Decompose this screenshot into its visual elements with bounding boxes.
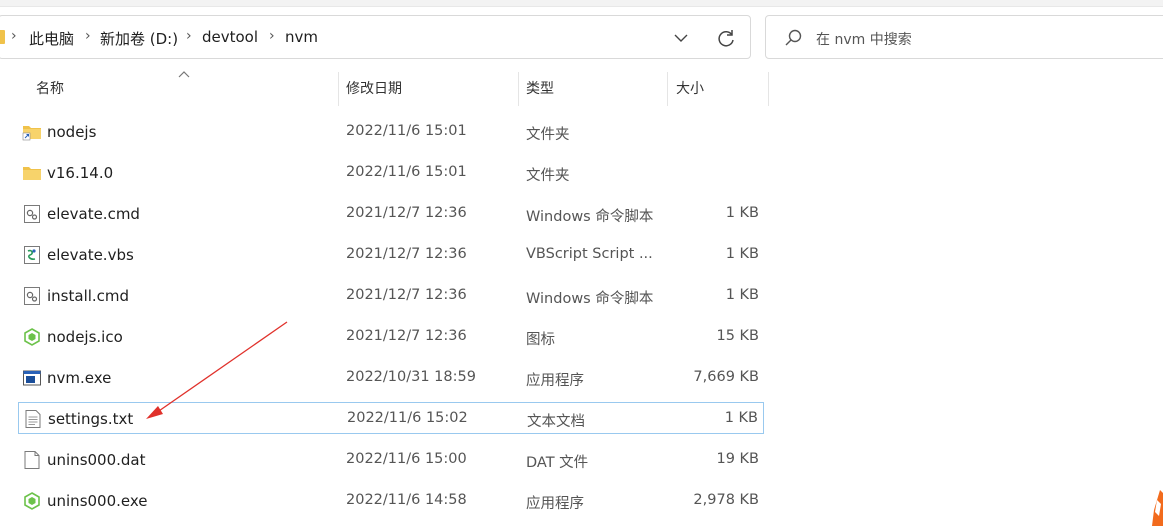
file-date: 2022/11/6 15:00 (346, 451, 467, 467)
address-bar[interactable]: › 此电脑 › 新加卷 (D:) › devtool › nvm (0, 15, 751, 59)
file-date: 2021/12/7 12:36 (346, 205, 467, 221)
nodejs-ico-icon (24, 328, 40, 346)
file-name: nodejs (47, 123, 97, 141)
file-name: nvm.exe (47, 369, 112, 387)
blank-file-icon (24, 451, 40, 469)
chevron-down-icon[interactable] (671, 28, 691, 48)
file-name: unins000.exe (47, 492, 148, 510)
column-header-date[interactable]: 修改日期 (346, 78, 402, 106)
file-date: 2022/11/6 15:02 (347, 410, 468, 426)
file-type: 文件夹 (526, 127, 570, 143)
file-date: 2022/10/31 18:59 (346, 369, 476, 385)
file-date: 2022/11/6 15:01 (346, 123, 467, 139)
file-type: DAT 文件 (526, 455, 589, 471)
file-size: 1 KB (725, 205, 759, 221)
file-row[interactable]: v16.14.0 2022/11/6 15:01 文件夹 (18, 157, 764, 189)
file-size: 1 KB (725, 287, 759, 303)
file-row[interactable]: install.cmd 2021/12/7 12:36 Windows 命令脚本… (18, 280, 764, 312)
breadcrumb-item-drive[interactable]: 新加卷 (D:) (100, 28, 178, 49)
search-box[interactable]: 在 nvm 中搜索 (765, 15, 1163, 59)
sort-ascending-icon (178, 71, 190, 78)
file-date: 2022/11/6 14:58 (346, 492, 467, 508)
vbs-file-icon (24, 246, 40, 264)
file-type: 应用程序 (526, 373, 584, 389)
breadcrumb-item-this-pc[interactable]: 此电脑 (29, 28, 74, 49)
column-divider[interactable] (518, 72, 519, 106)
file-row[interactable]: unins000.dat 2022/11/6 15:00 DAT 文件 19 K… (18, 444, 764, 476)
file-type: 文件夹 (526, 168, 570, 184)
file-type: 图标 (526, 332, 555, 348)
folder-icon (23, 167, 41, 180)
breadcrumb-chevron-icon[interactable]: › (85, 28, 91, 44)
folder-shortcut-icon (22, 126, 41, 141)
file-name: settings.txt (48, 410, 134, 428)
corner-logo-icon (1152, 490, 1163, 526)
breadcrumb-chevron-icon: › (11, 28, 17, 44)
file-name: elevate.vbs (47, 246, 134, 264)
file-row[interactable]: unins000.exe 2022/11/6 14:58 应用程序 2,978 … (18, 485, 764, 517)
file-size: 19 KB (716, 451, 759, 467)
file-size: 2,978 KB (693, 492, 759, 508)
file-name: unins000.dat (47, 451, 146, 469)
file-row[interactable]: nodejs.ico 2021/12/7 12:36 图标 15 KB (18, 321, 764, 353)
file-type: 文本文档 (527, 414, 585, 430)
file-size: 7,669 KB (693, 369, 759, 385)
file-name: v16.14.0 (47, 164, 114, 182)
breadcrumb-chevron-icon[interactable]: › (269, 28, 275, 44)
breadcrumb-item-nvm[interactable]: nvm (285, 28, 318, 46)
file-date: 2021/12/7 12:36 (346, 246, 467, 262)
file-size: 15 KB (716, 328, 759, 344)
file-date: 2022/11/6 15:01 (346, 164, 467, 180)
file-date: 2021/12/7 12:36 (346, 328, 467, 344)
folder-icon (0, 30, 5, 44)
search-icon (785, 29, 802, 46)
column-header-size[interactable]: 大小 (676, 78, 704, 106)
search-input[interactable]: 在 nvm 中搜索 (816, 29, 912, 49)
file-date: 2021/12/7 12:36 (346, 287, 467, 303)
cmd-file-icon (24, 287, 40, 305)
column-header-name[interactable]: 名称 (36, 78, 64, 106)
file-size: 1 KB (725, 246, 759, 262)
file-row[interactable]: nodejs 2022/11/6 15:01 文件夹 (18, 116, 764, 148)
column-divider[interactable] (768, 72, 769, 106)
refresh-icon[interactable] (715, 27, 737, 49)
file-row[interactable]: nvm.exe 2022/10/31 18:59 应用程序 7,669 KB (18, 362, 764, 394)
txt-file-icon (25, 410, 41, 428)
file-type: VBScript Script ... (526, 246, 653, 262)
file-name: nodejs.ico (47, 328, 123, 346)
column-divider[interactable] (667, 72, 668, 106)
file-type: Windows 命令脚本 (526, 209, 654, 225)
exe-file-icon (23, 370, 41, 386)
column-header-type[interactable]: 类型 (526, 78, 554, 106)
cmd-file-icon (24, 205, 40, 223)
file-name: install.cmd (47, 287, 130, 305)
breadcrumb-chevron-icon[interactable]: › (186, 28, 192, 44)
file-row[interactable]: elevate.vbs 2021/12/7 12:36 VBScript Scr… (18, 239, 764, 271)
file-type: 应用程序 (526, 496, 584, 512)
file-name: elevate.cmd (47, 205, 140, 223)
file-row[interactable]: elevate.cmd 2021/12/7 12:36 Windows 命令脚本… (18, 198, 764, 230)
window-top-strip (0, 0, 1163, 7)
file-type: Windows 命令脚本 (526, 291, 654, 307)
breadcrumb-item-devtool[interactable]: devtool (202, 28, 258, 46)
file-row-selected[interactable]: settings.txt 2022/11/6 15:02 文本文档 1 KB (18, 402, 764, 434)
uninstaller-icon (24, 492, 40, 510)
column-divider[interactable] (338, 72, 339, 106)
file-size: 1 KB (724, 410, 758, 426)
